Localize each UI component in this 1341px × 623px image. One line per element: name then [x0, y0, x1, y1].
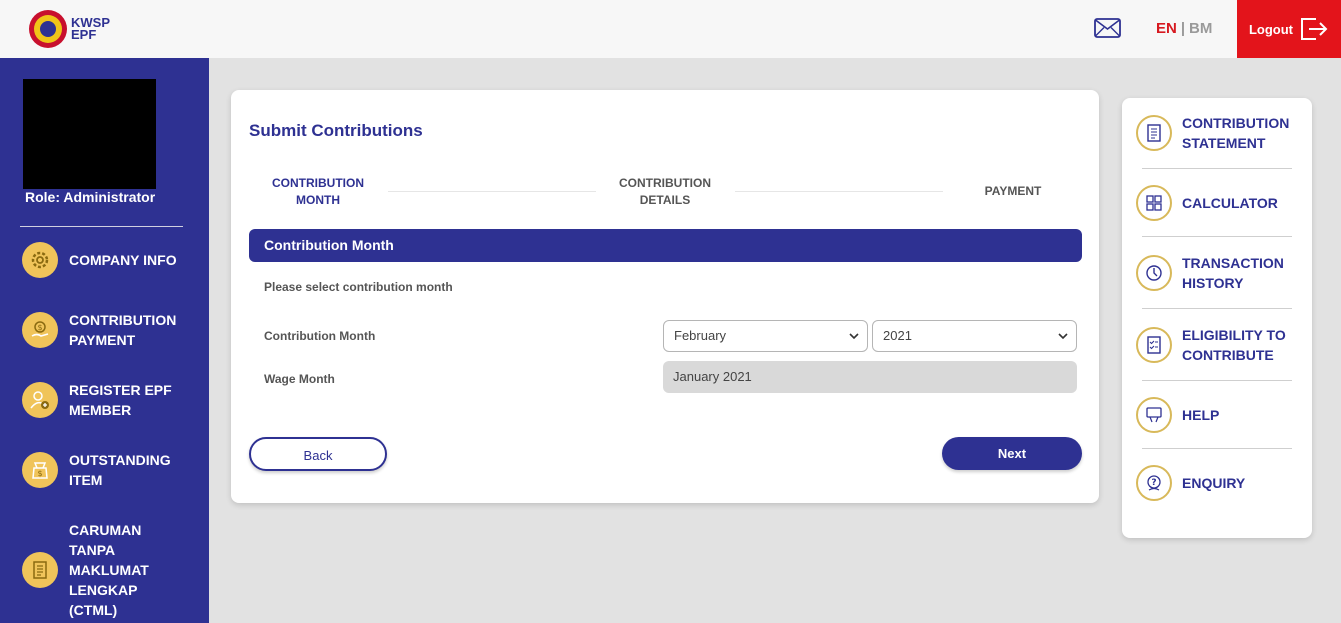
- quick-link-divider: [1142, 168, 1292, 169]
- language-switcher: EN | BM: [1156, 20, 1212, 37]
- submit-contributions-card: Submit Contributions CONTRIBUTION MONTH …: [231, 90, 1099, 503]
- instruction-text: Please select contribution month: [264, 280, 453, 294]
- avatar: [23, 79, 156, 189]
- envelope-icon[interactable]: [1094, 18, 1121, 38]
- quick-link-eligibility[interactable]: ELIGIBILITY TO CONTRIBUTE: [1136, 325, 1302, 365]
- quick-link-divider: [1142, 380, 1292, 381]
- quick-link-calculator[interactable]: CALCULATOR: [1136, 185, 1302, 221]
- statement-icon: [1136, 115, 1172, 151]
- quick-link-label: ELIGIBILITY TO CONTRIBUTE: [1182, 327, 1286, 363]
- kwsp-logo[interactable]: KWSP EPF: [29, 9, 119, 49]
- sidebar-item-company-info[interactable]: COMPANY INFO: [22, 242, 189, 278]
- svg-text:$: $: [37, 323, 42, 332]
- sidebar-divider: [20, 226, 183, 227]
- quick-link-contribution-statement[interactable]: CONTRIBUTION STATEMENT: [1136, 113, 1302, 153]
- section-header: Contribution Month: [249, 229, 1082, 262]
- wage-month-field: January 2021: [663, 361, 1077, 393]
- next-button[interactable]: Next: [942, 437, 1082, 470]
- svg-text:$: $: [37, 469, 42, 478]
- quick-links-panel: CONTRIBUTION STATEMENT CALCULATOR TRANSA…: [1122, 98, 1312, 538]
- quick-link-label: CALCULATOR: [1182, 195, 1278, 211]
- sidebar-item-ctml[interactable]: CARUMAN TANPA MAKLUMAT LENGKAP (CTML): [22, 520, 189, 620]
- quick-link-enquiry[interactable]: ? ENQUIRY: [1136, 465, 1302, 501]
- svg-text:?: ?: [1151, 478, 1156, 488]
- logout-button[interactable]: Logout: [1237, 0, 1341, 58]
- money-bag-icon: $: [22, 452, 58, 488]
- logout-label: Logout: [1248, 21, 1294, 37]
- quick-link-label: HELP: [1182, 407, 1220, 423]
- sidebar-item-contribution-payment[interactable]: $ CONTRIBUTION PAYMENT: [22, 310, 189, 350]
- quick-link-label: TRANSACTION HISTORY: [1182, 255, 1284, 291]
- page-title: Submit Contributions: [249, 121, 423, 140]
- logo-text: KWSP EPF: [71, 16, 110, 42]
- gear-icon: [22, 242, 58, 278]
- sidebar-item-label: CONTRIBUTION PAYMENT: [69, 312, 177, 348]
- quick-link-divider: [1142, 236, 1292, 237]
- lang-bm-link[interactable]: BM: [1189, 20, 1212, 37]
- kwsp-emblem-icon: [29, 10, 67, 48]
- year-select-value: 2021: [883, 328, 912, 343]
- logout-icon: [1301, 18, 1328, 40]
- add-user-icon: [22, 382, 58, 418]
- sidebar-item-label: REGISTER EPF MEMBER: [69, 382, 172, 418]
- sidebar-item-label: COMPANY INFO: [69, 252, 177, 268]
- month-select-value: February: [674, 328, 727, 343]
- sidebar-item-label: OUTSTANDING ITEM: [69, 452, 171, 488]
- checklist-icon: [1136, 327, 1172, 363]
- sidebar: Role: Administrator COMPANY INFO $ CONTR…: [0, 58, 209, 623]
- quick-link-label: CONTRIBUTION STATEMENT: [1182, 115, 1290, 151]
- step-payment: PAYMENT: [984, 184, 1042, 198]
- quick-link-help[interactable]: HELP: [1136, 397, 1302, 433]
- wage-month-label: Wage Month: [264, 372, 335, 386]
- history-icon: [1136, 255, 1172, 291]
- lang-separator: |: [1180, 20, 1186, 37]
- top-bar: KWSP EPF EN | BM Logout: [0, 0, 1341, 58]
- sidebar-item-register-epf-member[interactable]: REGISTER EPF MEMBER: [22, 380, 189, 420]
- quick-link-transaction-history[interactable]: TRANSACTION HISTORY: [1136, 253, 1302, 293]
- money-hand-icon: $: [22, 312, 58, 348]
- sidebar-item-outstanding-item[interactable]: $ OUTSTANDING ITEM: [22, 450, 189, 490]
- contribution-month-label: Contribution Month: [264, 329, 376, 343]
- step-connector: [735, 191, 943, 192]
- quick-link-divider: [1142, 448, 1292, 449]
- quick-link-divider: [1142, 308, 1292, 309]
- chevron-down-icon: [1058, 333, 1068, 340]
- enquiry-icon: ?: [1136, 465, 1172, 501]
- month-select[interactable]: February: [663, 320, 868, 352]
- chevron-down-icon: [849, 333, 859, 340]
- sidebar-item-label: CARUMAN TANPA MAKLUMAT LENGKAP (CTML): [69, 522, 149, 618]
- document-icon: [22, 552, 58, 588]
- back-button[interactable]: Back: [249, 437, 387, 471]
- role-label: Role: Administrator: [25, 189, 156, 205]
- logo-line-2: EPF: [71, 27, 97, 42]
- calculator-icon: [1136, 185, 1172, 221]
- help-icon: [1136, 397, 1172, 433]
- step-contribution-month: CONTRIBUTION MONTH: [272, 176, 364, 207]
- step-connector: [388, 191, 596, 192]
- quick-link-label: ENQUIRY: [1182, 475, 1246, 491]
- year-select[interactable]: 2021: [872, 320, 1077, 352]
- lang-en-link[interactable]: EN: [1156, 20, 1177, 37]
- step-contribution-details: CONTRIBUTION DETAILS: [619, 176, 711, 207]
